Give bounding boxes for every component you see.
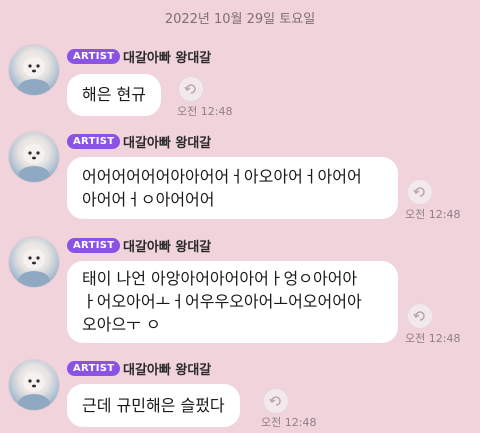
reply-button[interactable] bbox=[407, 303, 433, 329]
message-bubble[interactable]: 태이 나언 아앙아어아어아어ㅏ엉ㅇ아어아 ㅏ어오아어ㅗㅓ어우우오아어ㅗ어오어어아… bbox=[67, 261, 398, 343]
reply-icon bbox=[413, 311, 425, 321]
artist-badge: ARTIST bbox=[67, 134, 121, 149]
reply-button[interactable] bbox=[407, 179, 433, 205]
reply-icon bbox=[269, 396, 281, 406]
sender-name: 대갈아빠 왕대갈 bbox=[123, 136, 212, 151]
sender-name: 대갈아빠 왕대갈 bbox=[123, 363, 212, 378]
reply-icon bbox=[184, 84, 196, 94]
timestamp: 오전 12:48 bbox=[405, 332, 461, 345]
message-line: 오아으ㅜ ㅇ bbox=[82, 315, 161, 334]
timestamp: 오전 12:48 bbox=[177, 105, 233, 118]
date-header: 2022년 10월 29일 토요일 bbox=[164, 12, 316, 27]
timestamp: 오전 12:48 bbox=[405, 208, 461, 221]
artist-badge: ARTIST bbox=[67, 49, 121, 64]
message-line: 해은 현규 bbox=[82, 85, 146, 104]
message-line: 아어어ㅓㅇ아어어어 bbox=[82, 190, 215, 209]
message-line: 태이 나언 아앙아어아어아어ㅏ엉ㅇ아어아 bbox=[82, 269, 358, 288]
avatar[interactable] bbox=[9, 132, 59, 182]
avatar[interactable] bbox=[9, 237, 59, 287]
profile-photo-dog-icon bbox=[18, 249, 50, 287]
timestamp: 오전 12:48 bbox=[261, 416, 317, 429]
message-bubble[interactable]: 근데 규민해은 슬펐다 bbox=[67, 384, 240, 427]
artist-badge: ARTIST bbox=[67, 361, 121, 376]
sender-name: 대갈아빠 왕대갈 bbox=[123, 240, 212, 255]
avatar[interactable] bbox=[9, 360, 59, 410]
message-line: ㅏ어오아어ㅗㅓ어우우오아어ㅗ어오어어아 bbox=[82, 292, 362, 311]
message-line: 어어어어어어아아어어ㅓ아오아어ㅓ아어어 bbox=[82, 167, 362, 186]
profile-photo-dog-icon bbox=[18, 144, 50, 182]
reply-button[interactable] bbox=[263, 388, 289, 414]
message-bubble[interactable]: 해은 현규 bbox=[67, 74, 161, 116]
message-bubble[interactable]: 어어어어어어아아어어ㅓ아오아어ㅓ아어어 아어어ㅓㅇ아어어어 bbox=[67, 157, 398, 219]
message-line: 근데 규민해은 슬펐다 bbox=[82, 396, 225, 415]
profile-photo-dog-icon bbox=[18, 57, 50, 95]
sender-name: 대갈아빠 왕대갈 bbox=[123, 51, 212, 66]
profile-photo-dog-icon bbox=[18, 372, 50, 410]
artist-badge: ARTIST bbox=[67, 238, 121, 253]
avatar[interactable] bbox=[9, 45, 59, 95]
reply-button[interactable] bbox=[178, 76, 204, 102]
reply-icon bbox=[413, 187, 425, 197]
